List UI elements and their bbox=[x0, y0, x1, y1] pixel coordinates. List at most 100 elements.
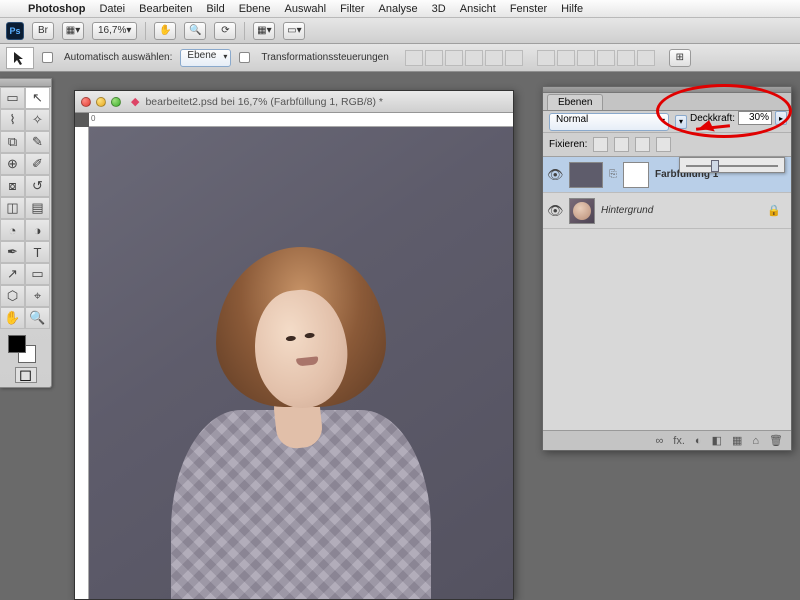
3d-camera-tool[interactable]: ⌖ bbox=[25, 285, 50, 307]
adjustment-layer-button[interactable]: ◧ bbox=[712, 434, 722, 447]
move-tool[interactable]: ↖ bbox=[25, 87, 50, 109]
distribute-vcenter-button[interactable] bbox=[557, 50, 575, 66]
menu-hilfe[interactable]: Hilfe bbox=[561, 3, 583, 15]
minimize-window-button[interactable] bbox=[96, 97, 106, 107]
opacity-slider-popup[interactable] bbox=[679, 157, 785, 173]
align-vcenter-button[interactable] bbox=[425, 50, 443, 66]
horizontal-ruler[interactable] bbox=[89, 113, 513, 127]
zoom-level-dropdown[interactable]: 16,7% ▾ bbox=[92, 22, 137, 40]
type-tool[interactable]: T bbox=[25, 241, 50, 263]
lock-all-button[interactable] bbox=[656, 137, 671, 152]
lock-position-button[interactable] bbox=[635, 137, 650, 152]
auto-select-target-dropdown[interactable]: Ebene bbox=[180, 49, 231, 67]
menu-bild[interactable]: Bild bbox=[206, 3, 224, 15]
zoom-window-button[interactable] bbox=[111, 97, 121, 107]
opacity-input[interactable]: 30% bbox=[738, 111, 772, 125]
zoom-tool[interactable]: 🔍 bbox=[25, 307, 50, 329]
pen-tool[interactable]: ✒ bbox=[0, 241, 25, 263]
document-titlebar[interactable]: ◆ bearbeitet2.psd bei 16,7% (Farbfüllung… bbox=[75, 91, 513, 113]
photoshop-icon[interactable]: Ps bbox=[6, 22, 24, 40]
palette-grip[interactable] bbox=[0, 79, 51, 87]
layer-mask-thumbnail[interactable] bbox=[623, 162, 649, 188]
menu-datei[interactable]: Datei bbox=[99, 3, 125, 15]
layer-name[interactable]: Hintergrund bbox=[601, 205, 653, 216]
layer-thumbnail[interactable] bbox=[569, 162, 603, 188]
close-window-button[interactable] bbox=[81, 97, 91, 107]
align-hcenter-button[interactable] bbox=[485, 50, 503, 66]
visibility-toggle[interactable]: 👁 bbox=[547, 167, 563, 183]
menu-bearbeiten[interactable]: Bearbeiten bbox=[139, 3, 192, 15]
blur-tool[interactable]: ◔ bbox=[0, 219, 25, 241]
gradient-tool[interactable]: ▤ bbox=[25, 197, 50, 219]
new-layer-button[interactable]: ⌂ bbox=[752, 435, 759, 447]
add-mask-button[interactable]: ◐ bbox=[695, 435, 702, 447]
canvas[interactable] bbox=[89, 127, 513, 599]
auto-select-checkbox[interactable] bbox=[42, 52, 53, 63]
quick-mask-button[interactable]: ◻ bbox=[15, 367, 37, 383]
brush-tool[interactable]: ✐ bbox=[25, 153, 50, 175]
align-left-button[interactable] bbox=[465, 50, 483, 66]
view-extras-button[interactable]: ▦▾ bbox=[62, 22, 84, 40]
opacity-slider-thumb[interactable] bbox=[711, 160, 719, 172]
menu-ansicht[interactable]: Ansicht bbox=[460, 3, 496, 15]
lock-icon: 🔒 bbox=[767, 204, 781, 217]
auto-align-button[interactable]: ⊞ bbox=[669, 49, 691, 67]
layer-row-hintergrund[interactable]: 👁 Hintergrund 🔒 bbox=[543, 193, 791, 229]
foreground-color-swatch[interactable] bbox=[8, 335, 26, 353]
shape-tool[interactable]: ▭ bbox=[25, 263, 50, 285]
lasso-tool[interactable]: ⌇ bbox=[0, 109, 25, 131]
menu-3d[interactable]: 3D bbox=[432, 3, 446, 15]
align-top-button[interactable] bbox=[405, 50, 423, 66]
eraser-tool[interactable]: ◫ bbox=[0, 197, 25, 219]
hand-tool-icon[interactable]: ✋ bbox=[154, 22, 176, 40]
stamp-tool[interactable]: ⧇ bbox=[0, 175, 25, 197]
eyedropper-tool[interactable]: ✎ bbox=[25, 131, 50, 153]
wand-tool[interactable]: ✧ bbox=[25, 109, 50, 131]
dodge-tool[interactable]: ◑ bbox=[25, 219, 50, 241]
healing-tool[interactable]: ⊕ bbox=[0, 153, 25, 175]
3d-tool[interactable]: ⬡ bbox=[0, 285, 25, 307]
distribute-hcenter-button[interactable] bbox=[617, 50, 635, 66]
layer-fx-button[interactable]: fx. bbox=[673, 435, 685, 447]
mask-link-icon[interactable]: ⎘ bbox=[609, 169, 617, 180]
crop-tool[interactable]: ⧉ bbox=[0, 131, 25, 153]
path-tool[interactable]: ↗ bbox=[0, 263, 25, 285]
transform-controls-checkbox[interactable] bbox=[239, 52, 250, 63]
history-brush-tool[interactable]: ↺ bbox=[25, 175, 50, 197]
align-right-button[interactable] bbox=[505, 50, 523, 66]
lock-transparency-button[interactable] bbox=[593, 137, 608, 152]
hand-tool[interactable]: ✋ bbox=[0, 307, 25, 329]
lock-pixels-button[interactable] bbox=[614, 137, 629, 152]
delete-layer-button[interactable]: 🗑 bbox=[769, 434, 783, 447]
blend-mode-dropdown[interactable]: Normal bbox=[549, 113, 669, 131]
visibility-toggle[interactable]: 👁 bbox=[547, 203, 563, 219]
menu-fenster[interactable]: Fenster bbox=[510, 3, 547, 15]
app-name[interactable]: Photoshop bbox=[28, 3, 85, 15]
zoom-tool-icon[interactable]: 🔍 bbox=[184, 22, 206, 40]
menu-auswahl[interactable]: Auswahl bbox=[285, 3, 327, 15]
new-group-button[interactable]: ▦ bbox=[732, 434, 742, 447]
rotate-view-icon[interactable]: ⟳ bbox=[214, 22, 236, 40]
window-controls bbox=[81, 97, 121, 107]
distribute-right-button[interactable] bbox=[637, 50, 655, 66]
marquee-tool[interactable]: ▭ bbox=[0, 87, 25, 109]
move-tool-preset[interactable] bbox=[6, 47, 34, 69]
arrange-documents-button[interactable]: ▦▾ bbox=[253, 22, 275, 40]
menu-filter[interactable]: Filter bbox=[340, 3, 364, 15]
align-bottom-button[interactable] bbox=[445, 50, 463, 66]
layer-thumbnail[interactable] bbox=[569, 198, 595, 224]
distribute-left-button[interactable] bbox=[597, 50, 615, 66]
menu-analyse[interactable]: Analyse bbox=[379, 3, 418, 15]
tab-ebenen[interactable]: Ebenen bbox=[547, 94, 603, 110]
color-swatches[interactable] bbox=[6, 333, 45, 363]
blend-mode-stepper[interactable]: ▾ bbox=[675, 115, 687, 129]
separator bbox=[244, 22, 245, 40]
vertical-ruler[interactable] bbox=[75, 127, 89, 599]
opacity-flyout-button[interactable]: ▸ bbox=[775, 111, 787, 125]
distribute-bottom-button[interactable] bbox=[577, 50, 595, 66]
screen-mode-button[interactable]: ▭▾ bbox=[283, 22, 305, 40]
bridge-button[interactable]: Br bbox=[32, 22, 54, 40]
link-layers-button[interactable]: ∞ bbox=[655, 435, 663, 447]
distribute-top-button[interactable] bbox=[537, 50, 555, 66]
menu-ebene[interactable]: Ebene bbox=[239, 3, 271, 15]
